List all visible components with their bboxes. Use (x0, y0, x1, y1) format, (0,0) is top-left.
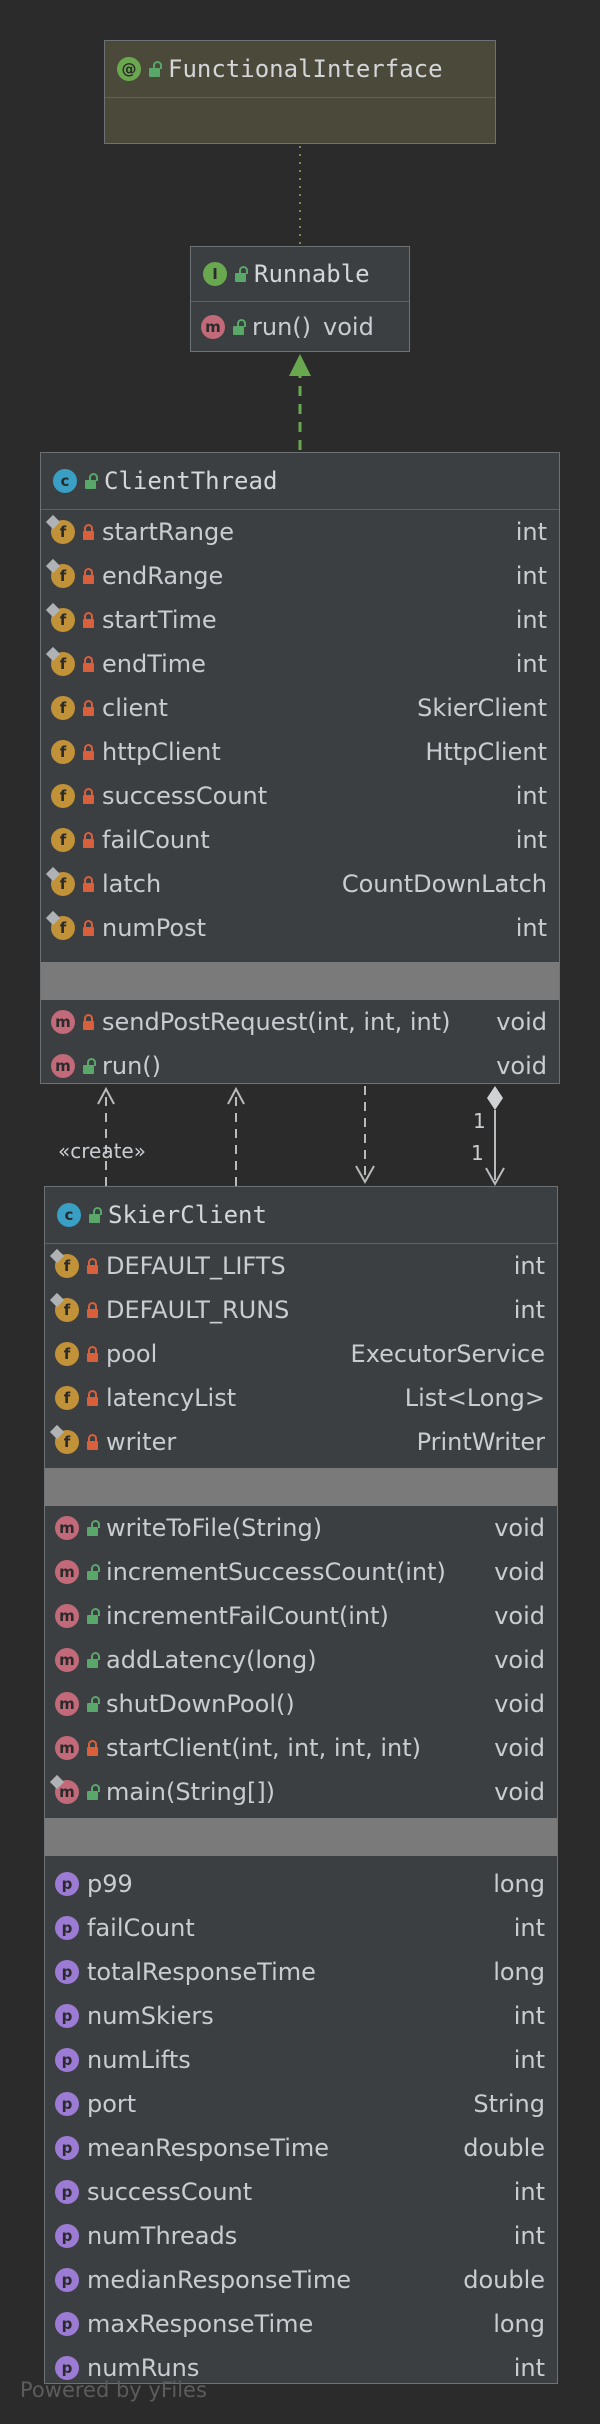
multiplicity-source: 1 (473, 1109, 486, 1133)
multiplicity-target: 1 (471, 1141, 484, 1165)
composition-diamond (487, 1086, 503, 1110)
edge-layer: «create» 1 1 (58, 146, 505, 1187)
create-label: «create» (58, 1139, 146, 1163)
powered-by-footer: Powered by yFiles (20, 2378, 207, 2402)
implements-arrowhead (289, 354, 311, 376)
